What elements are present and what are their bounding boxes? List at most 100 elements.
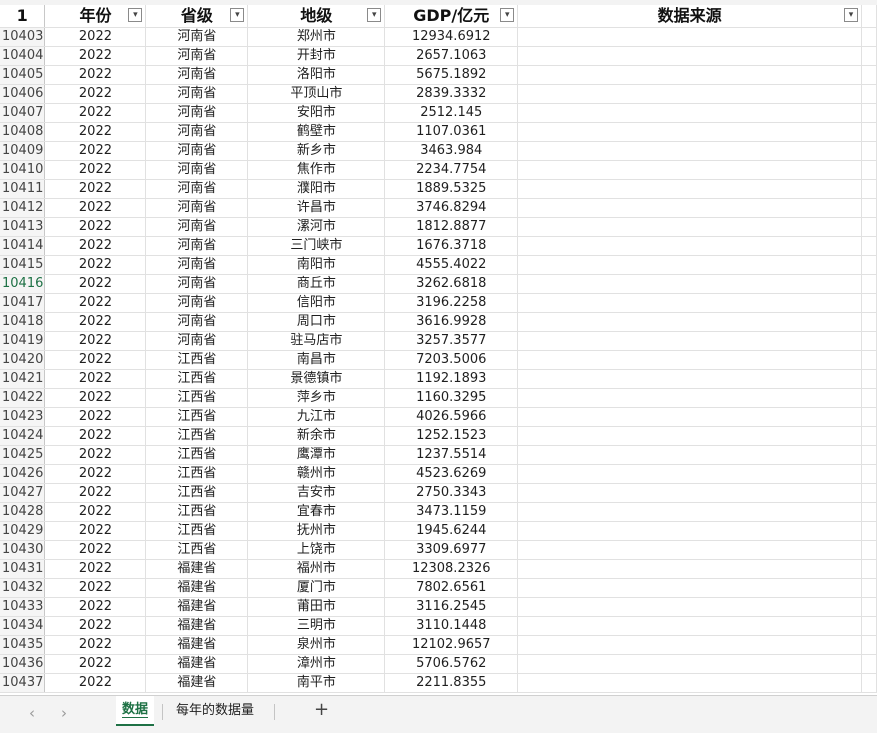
cell-year[interactable]: 2022 [44,160,147,180]
cell-blank[interactable] [861,331,877,351]
cell-city[interactable]: 鹤壁市 [247,122,386,142]
cell-year[interactable]: 2022 [44,350,147,370]
row-number[interactable]: 10421 [0,369,46,389]
cell-blank[interactable] [861,616,877,636]
cell-gdp[interactable]: 1812.8877 [384,217,519,237]
cell-year[interactable]: 2022 [44,502,147,522]
cell-source[interactable] [517,540,862,560]
cell-gdp[interactable]: 2211.8355 [384,673,519,693]
cell-city[interactable]: 厦门市 [247,578,386,598]
filter-dropdown-icon[interactable]: ▾ [128,8,143,22]
cell-gdp[interactable]: 2750.3343 [384,483,519,503]
cell-source[interactable] [517,597,862,617]
cell-source[interactable] [517,407,862,427]
cell-province[interactable]: 河南省 [145,198,249,218]
cell-gdp[interactable]: 1676.3718 [384,236,519,256]
cell-province[interactable]: 福建省 [145,578,249,598]
row-number[interactable]: 10435 [0,635,46,655]
row-number[interactable]: 10403 [0,27,46,47]
cell-city[interactable]: 焦作市 [247,160,386,180]
filter-dropdown-icon[interactable]: ▾ [843,8,858,22]
cell-province[interactable]: 河南省 [145,46,249,66]
cell-city[interactable]: 驻马店市 [247,331,386,351]
cell-source[interactable] [517,141,862,161]
cell-source[interactable] [517,65,862,85]
row-number[interactable]: 10411 [0,179,46,199]
row-number[interactable]: 10416 [0,274,46,294]
cell-province[interactable]: 河南省 [145,160,249,180]
cell-city[interactable]: 萍乡市 [247,388,386,408]
row-number[interactable]: 10414 [0,236,46,256]
cell-province[interactable]: 江西省 [145,369,249,389]
cell-source[interactable] [517,160,862,180]
row-number[interactable]: 10408 [0,122,46,142]
cell-year[interactable]: 2022 [44,27,147,47]
cell-source[interactable] [517,654,862,674]
cell-city[interactable]: 南阳市 [247,255,386,275]
cell-year[interactable]: 2022 [44,616,147,636]
cell-source[interactable] [517,255,862,275]
cell-gdp[interactable]: 3196.2258 [384,293,519,313]
cell-gdp[interactable]: 3463.984 [384,141,519,161]
cell-province[interactable]: 江西省 [145,426,249,446]
cell-city[interactable]: 漳州市 [247,654,386,674]
row-number[interactable]: 10404 [0,46,46,66]
cell-blank[interactable] [861,293,877,313]
cell-year[interactable]: 2022 [44,122,147,142]
cell-city[interactable]: 漯河市 [247,217,386,237]
cell-blank[interactable] [861,407,877,427]
cell-source[interactable] [517,331,862,351]
cell-province[interactable]: 河南省 [145,217,249,237]
cell-city[interactable]: 安阳市 [247,103,386,123]
cell-city[interactable]: 泉州市 [247,635,386,655]
cell-city[interactable]: 景德镇市 [247,369,386,389]
cell-year[interactable]: 2022 [44,312,147,332]
cell-source[interactable] [517,388,862,408]
cell-gdp[interactable]: 3746.8294 [384,198,519,218]
row-number[interactable]: 10426 [0,464,46,484]
cell-year[interactable]: 2022 [44,331,147,351]
add-sheet-icon[interactable]: + [314,699,329,720]
cell-province[interactable]: 河南省 [145,255,249,275]
cell-province[interactable]: 江西省 [145,350,249,370]
header-cell-province[interactable]: 省级 ▾ [145,5,249,28]
cell-province[interactable]: 福建省 [145,673,249,693]
cell-source[interactable] [517,578,862,598]
cell-year[interactable]: 2022 [44,597,147,617]
cell-city[interactable]: 许昌市 [247,198,386,218]
cell-gdp[interactable]: 1889.5325 [384,179,519,199]
cell-source[interactable] [517,464,862,484]
cell-blank[interactable] [861,198,877,218]
cell-province[interactable]: 河南省 [145,274,249,294]
row-number-header[interactable]: 1 [0,5,46,28]
cell-city[interactable]: 洛阳市 [247,65,386,85]
cell-blank[interactable] [861,483,877,503]
cell-source[interactable] [517,673,862,693]
cell-blank[interactable] [861,369,877,389]
cell-blank[interactable] [861,122,877,142]
cell-gdp[interactable]: 3616.9928 [384,312,519,332]
row-number[interactable]: 10428 [0,502,46,522]
cell-source[interactable] [517,635,862,655]
cell-blank[interactable] [861,46,877,66]
cell-city[interactable]: 莆田市 [247,597,386,617]
cell-year[interactable]: 2022 [44,84,147,104]
cell-city[interactable]: 抚州市 [247,521,386,541]
cell-year[interactable]: 2022 [44,673,147,693]
cell-city[interactable]: 平顶山市 [247,84,386,104]
next-sheet-icon[interactable]: › [54,704,74,722]
cell-blank[interactable] [861,274,877,294]
cell-source[interactable] [517,236,862,256]
cell-blank[interactable] [861,350,877,370]
cell-blank[interactable] [861,673,877,693]
row-number[interactable]: 10423 [0,407,46,427]
cell-city[interactable]: 信阳市 [247,293,386,313]
cell-province[interactable]: 福建省 [145,654,249,674]
cell-province[interactable]: 江西省 [145,407,249,427]
cell-source[interactable] [517,312,862,332]
cell-city[interactable]: 赣州市 [247,464,386,484]
cell-source[interactable] [517,426,862,446]
row-number[interactable]: 10413 [0,217,46,237]
cell-province[interactable]: 河南省 [145,293,249,313]
cell-gdp[interactable]: 3473.1159 [384,502,519,522]
